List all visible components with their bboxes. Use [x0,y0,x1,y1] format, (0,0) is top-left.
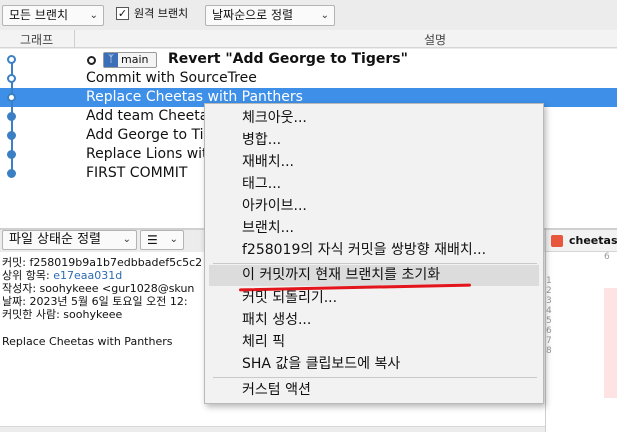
commit-context-menu: 체크아웃... 병합... 재배치... 태그... 아카이브... 브랜치..… [204,103,544,404]
menu-item-create-patch[interactable]: 패치 생성... [242,310,311,331]
graph-node [7,112,16,121]
description-column-header[interactable]: 설명 [424,31,446,48]
graph-node [7,169,16,178]
menu-item-reset-to-commit[interactable]: 이 커밋까지 현재 브랜치를 초기화 [209,265,539,286]
menu-item-rebase[interactable]: 재배치... [242,152,294,173]
commit-date: 날짜: 2023년 5월 6일 토요일 오전 12: [2,295,188,308]
menu-item-cherry-pick[interactable]: 체리 픽 [242,332,285,353]
graph-node [7,150,16,159]
file-sort-dropdown[interactable]: 파일 상태순 정렬 ⌄ [2,230,137,250]
line-number: 5 [546,316,552,326]
line-number: 2 [546,286,552,296]
diff-file-header[interactable]: cheetas.y [546,230,617,252]
menu-separator [213,377,537,378]
column-divider[interactable] [74,30,75,48]
menu-item-checkout[interactable]: 체크아웃... [242,108,307,129]
menu-item-archive[interactable]: 아카이브... [242,196,307,217]
parent-row: 상위 항목: e17eaa031d [2,270,122,282]
menu-item-copy-sha[interactable]: SHA 값을 클립보드에 복사 [242,354,400,375]
commit-message: Add team Cheetas [86,108,216,124]
view-mode-dropdown[interactable]: ☰ ⌄ [140,230,184,250]
branch-tag-label: main [121,53,149,66]
commit-row[interactable]: Commit with SourceTree [0,69,617,88]
menu-item-merge[interactable]: 병합... [242,130,281,151]
commit-message: Revert "Add George to Tigers" [168,51,408,67]
commit-message: Replace Lions with [86,146,217,162]
graph-node [7,131,16,140]
graph-node [7,93,16,102]
branch-icon: ᛉ [104,53,118,67]
menu-item-tag[interactable]: 태그... [242,174,281,195]
commit-hash: 커밋: f258019b9a1b7edbbadef5c5c2 [2,256,203,269]
commit-row[interactable]: ᛉ main Revert "Add George to Tigers" [0,50,617,69]
commit-message: FIRST COMMIT [86,165,188,181]
remote-branch-label: 원격 브랜치 [134,7,189,20]
parent-label: 상위 항목: [2,269,50,282]
sort-order-dropdown[interactable]: 날짜순으로 정렬 ⌄ [205,5,335,26]
graph-node [7,55,16,64]
commit-message: Commit with SourceTree [86,70,257,86]
author: 작성자: soohykeee <gur1028@skun [2,282,195,295]
branch-tag[interactable]: ᛉ main [103,52,157,68]
chevron-down-icon: ⌄ [169,234,178,245]
diff-line-gutter: 1 2 3 4 5 6 7 8 [546,276,558,356]
menu-item-interactive-rebase[interactable]: f258019의 자식 커밋을 쌍방향 재배치... [242,240,486,261]
list-icon: ☰ [147,233,158,247]
commit-list-header: 그래프 설명 [0,30,617,48]
diff-header-number: 6 [604,252,610,262]
menu-item-revert-commit[interactable]: 커밋 되돌리기... [242,288,337,309]
line-number: 6 [546,326,552,336]
file-sort-label: 파일 상태순 정렬 [9,232,101,247]
graph-node [7,74,16,83]
file-icon [551,235,563,247]
line-number: 3 [546,296,552,306]
parent-hash-link[interactable]: e17eaa031d [53,269,122,282]
menu-item-branch[interactable]: 브랜치... [242,218,294,239]
remote-branch-checkbox[interactable]: ✓ [116,7,129,20]
removed-lines-highlight [604,288,617,398]
top-toolbar: 모든 브랜치 ⌄ ✓ 원격 브랜치 날짜순으로 정렬 ⌄ [0,0,617,30]
line-number: 4 [546,306,552,316]
line-number: 1 [546,276,552,286]
chevron-down-icon: ⌄ [320,10,329,21]
menu-item-custom-actions[interactable]: 커스텀 액션 [242,380,311,401]
diff-file-name: cheetas.y [569,234,617,247]
branch-filter-label: 모든 브랜치 [9,8,69,22]
menu-separator [213,263,537,264]
sort-order-label: 날짜순으로 정렬 [212,8,294,22]
status-bar [0,426,545,432]
committer: 커밋한 사람: soohykeee [2,308,123,321]
graph-column-header[interactable]: 그래프 [20,31,53,48]
commit-full-message: Replace Cheetas with Panthers [2,335,173,348]
chevron-down-icon: ⌄ [122,234,131,245]
line-number: 8 [546,346,552,356]
chevron-down-icon: ⌄ [89,10,98,21]
diff-pane: cheetas.y 6 1 2 3 4 5 6 7 8 [545,230,617,432]
line-number: 7 [546,336,552,346]
head-indicator-icon [87,56,96,65]
branch-filter-dropdown[interactable]: 모든 브랜치 ⌄ [2,5,104,26]
